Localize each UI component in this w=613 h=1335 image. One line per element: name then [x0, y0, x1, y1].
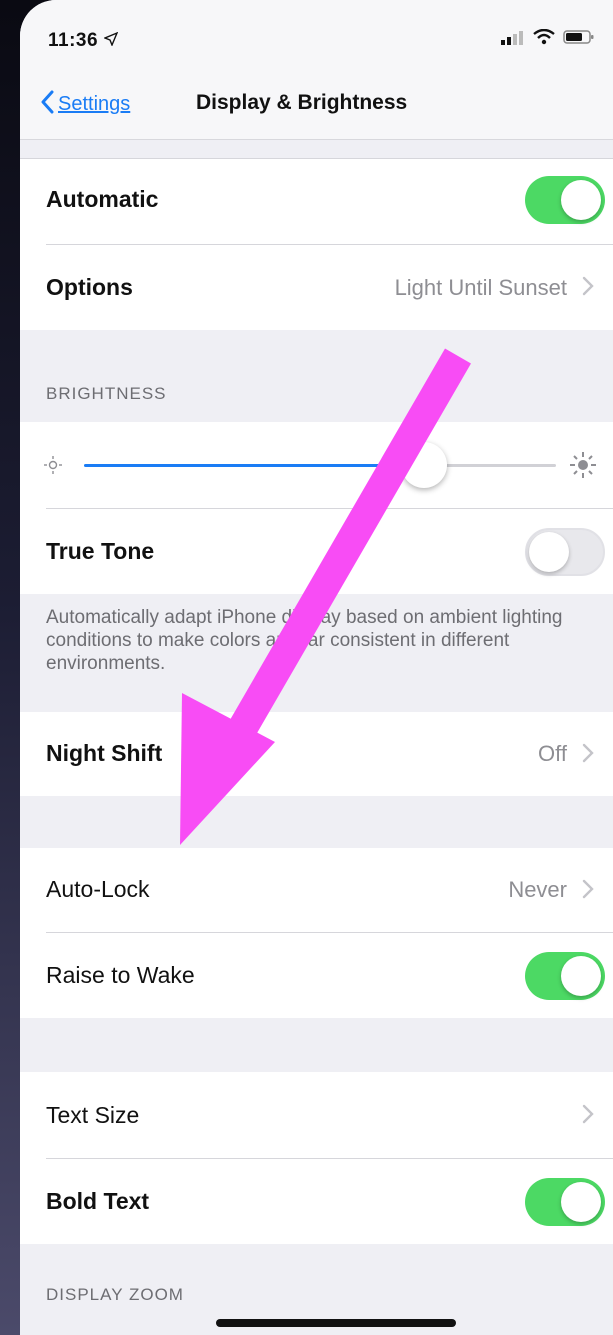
phone-screen: 11:36 Settings Display & Brightness Auto…: [20, 0, 613, 1335]
location-arrow-icon: [103, 31, 119, 51]
toggle-knob: [561, 180, 601, 220]
signal-icon: [501, 29, 525, 50]
chevron-right-icon: [581, 1103, 595, 1125]
options-label: Options: [46, 274, 133, 300]
toggle-knob: [561, 956, 601, 996]
bold-text-toggle[interactable]: [525, 1178, 605, 1226]
sun-large-icon: [568, 450, 598, 485]
chevron-right-icon: [581, 742, 595, 764]
automatic-toggle[interactable]: [525, 176, 605, 224]
slider-track-filled: [84, 464, 424, 467]
display-zoom-header: DISPLAY ZOOM: [46, 1285, 184, 1304]
home-indicator[interactable]: [216, 1319, 456, 1327]
status-icons: [501, 28, 595, 50]
auto-lock-label: Auto-Lock: [46, 876, 150, 902]
auto-lock-value: Never: [508, 877, 567, 902]
raise-to-wake-label: Raise to Wake: [46, 962, 195, 988]
options-row[interactable]: Options Light Until Sunset: [20, 244, 613, 330]
battery-icon: [563, 29, 595, 50]
lock-group: Auto-Lock Never Raise to Wake: [20, 848, 613, 1018]
true-tone-label: True Tone: [46, 538, 155, 564]
slider-thumb[interactable]: [400, 442, 447, 488]
raise-to-wake-row[interactable]: Raise to Wake: [20, 932, 613, 1018]
auto-lock-row[interactable]: Auto-Lock Never: [20, 848, 613, 932]
options-value: Light Until Sunset: [394, 275, 567, 300]
wifi-icon: [533, 28, 555, 50]
brightness-header: BRIGHTNESS: [46, 384, 167, 403]
text-group: Text Size Bold Text: [20, 1072, 613, 1244]
automatic-row[interactable]: Automatic: [20, 158, 613, 244]
toggle-knob: [529, 532, 569, 572]
bold-text-row[interactable]: Bold Text: [20, 1158, 613, 1244]
bold-text-label: Bold Text: [46, 1188, 150, 1214]
night-shift-label: Night Shift: [46, 740, 163, 766]
chevron-left-icon: [40, 90, 54, 119]
night-shift-value: Off: [538, 741, 567, 766]
true-tone-footer: Automatically adapt iPhone display based…: [46, 607, 563, 674]
brightness-slider-row: [20, 422, 613, 508]
text-size-row[interactable]: Text Size: [20, 1072, 613, 1158]
brightness-slider[interactable]: [84, 442, 556, 488]
true-tone-row[interactable]: True Tone: [20, 508, 613, 594]
automatic-label: Automatic: [46, 186, 159, 212]
chevron-right-icon: [581, 275, 595, 297]
brightness-group: True Tone: [20, 422, 613, 594]
toggle-knob: [561, 1182, 601, 1222]
raise-to-wake-toggle[interactable]: [525, 952, 605, 1000]
true-tone-toggle[interactable]: [525, 528, 605, 576]
sun-small-icon: [42, 454, 64, 481]
chevron-right-icon: [581, 878, 595, 900]
back-button-label: Settings: [58, 93, 131, 115]
night-shift-row[interactable]: Night Shift Off: [20, 712, 613, 796]
status-time: 11:36: [48, 30, 99, 51]
text-size-label: Text Size: [46, 1102, 140, 1128]
back-button[interactable]: Settings: [40, 90, 130, 119]
appearance-group: Automatic Options Light Until Sunset: [20, 158, 613, 330]
navigation-bar: 11:36 Settings Display & Brightness: [20, 0, 613, 140]
page-title: Display & Brightness: [196, 91, 408, 114]
